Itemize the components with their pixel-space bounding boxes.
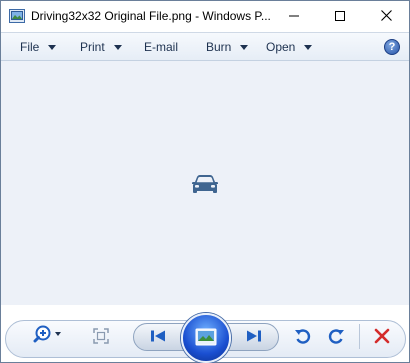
help-icon[interactable]: ? — [384, 39, 400, 55]
file-menu[interactable]: File — [20, 39, 57, 55]
zoom-button[interactable] — [33, 324, 67, 348]
chevron-down-icon — [48, 44, 57, 50]
photo-viewer-icon — [9, 9, 25, 23]
title-bar[interactable]: Driving32x32 Original File.png - Windows… — [1, 1, 409, 32]
rotate-counterclockwise-button[interactable] — [292, 327, 312, 347]
chevron-down-icon — [240, 44, 249, 50]
chevron-down-icon — [113, 44, 122, 50]
print-menu-label: Print — [80, 40, 105, 54]
previous-icon — [149, 329, 167, 346]
delete-button[interactable] — [372, 327, 392, 347]
actual-size-icon — [92, 327, 110, 348]
window-title: Driving32x32 Original File.png - Windows… — [31, 9, 271, 23]
next-button[interactable] — [243, 327, 265, 347]
photo-viewer-window: Driving32x32 Original File.png - Windows… — [0, 0, 410, 363]
open-menu[interactable]: Open — [266, 39, 313, 55]
command-bar: File Print E-mail Burn Open ? — [1, 32, 409, 61]
burn-menu[interactable]: Burn — [206, 39, 249, 55]
file-menu-label: File — [20, 40, 40, 54]
email-button-label: E-mail — [144, 40, 179, 54]
minimize-button[interactable] — [271, 1, 317, 32]
email-button[interactable]: E-mail — [144, 39, 178, 55]
chevron-down-icon — [304, 44, 313, 50]
rotate-clockwise-button[interactable] — [327, 327, 347, 347]
open-menu-label: Open — [266, 40, 296, 54]
minimize-icon — [289, 10, 299, 24]
image-viewer-area[interactable] — [1, 61, 409, 305]
burn-menu-label: Burn — [206, 40, 232, 54]
rotate-clockwise-icon — [328, 327, 346, 348]
slideshow-icon — [195, 328, 217, 349]
maximize-icon — [335, 10, 345, 24]
delete-icon — [374, 328, 390, 347]
maximize-button[interactable] — [317, 1, 363, 32]
zoom-icon — [33, 323, 67, 350]
print-menu[interactable]: Print — [80, 39, 122, 55]
actual-size-button[interactable] — [91, 327, 111, 347]
previous-button[interactable] — [147, 327, 169, 347]
close-button[interactable] — [363, 1, 409, 32]
next-icon — [245, 329, 263, 346]
slideshow-button[interactable] — [181, 313, 231, 363]
rotate-counterclockwise-icon — [293, 327, 311, 348]
car-icon — [190, 174, 220, 196]
control-divider — [359, 324, 360, 349]
close-icon — [380, 9, 392, 24]
